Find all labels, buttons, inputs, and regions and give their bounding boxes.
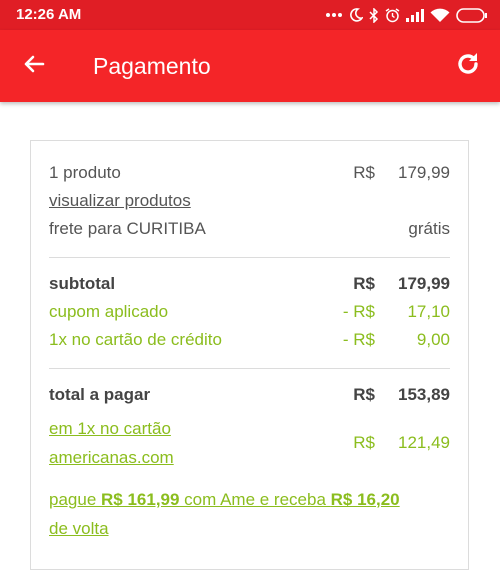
total-value: 153,89 bbox=[398, 385, 450, 404]
divider bbox=[49, 257, 450, 258]
refresh-icon bbox=[454, 50, 482, 83]
ame-text-part1: pague bbox=[49, 490, 101, 509]
moon-icon bbox=[349, 8, 363, 22]
total-row: total a pagar R$ 153,89 bbox=[49, 385, 450, 411]
shipping-row: frete para CURITIBA grátis bbox=[49, 219, 450, 245]
app-bar: Pagamento bbox=[0, 30, 500, 102]
status-time: 12:26 AM bbox=[16, 6, 82, 23]
view-products-link[interactable]: visualizar produtos bbox=[49, 191, 191, 211]
products-value: 179,99 bbox=[398, 163, 450, 182]
installment-row: em 1x no cartão americanas.com R$ 121,49 bbox=[49, 419, 450, 479]
products-row: 1 produto R$ 179,99 bbox=[49, 163, 450, 189]
card-discount-currency: - R$ bbox=[342, 330, 375, 349]
status-bar: 12:26 AM bbox=[0, 0, 500, 30]
shipping-value: grátis bbox=[408, 219, 450, 238]
installment-value: 121,49 bbox=[398, 433, 450, 452]
page-title: Pagamento bbox=[93, 53, 211, 79]
signal-icon bbox=[406, 8, 424, 22]
card-discount-value: 9,00 bbox=[416, 330, 450, 349]
coupon-value: 17,10 bbox=[407, 302, 450, 321]
total-currency: R$ bbox=[353, 385, 375, 404]
products-label: 1 produto bbox=[49, 163, 121, 182]
subtotal-currency: R$ bbox=[353, 274, 375, 293]
ame-text-part2: com Ame e receba bbox=[179, 490, 331, 509]
installment-label-line1[interactable]: em 1x no cartão bbox=[49, 419, 171, 439]
installment-label-line2[interactable]: americanas.com bbox=[49, 448, 174, 468]
products-currency: R$ bbox=[353, 163, 375, 182]
installment-currency: R$ bbox=[353, 433, 375, 452]
status-icons bbox=[325, 7, 488, 23]
ame-pay-amount: R$ 161,99 bbox=[101, 490, 180, 509]
ame-cashback-amount: R$ 16,20 bbox=[330, 490, 400, 509]
payment-summary-card: 1 produto R$ 179,99 visualizar produtos … bbox=[30, 140, 469, 570]
coupon-label: cupom aplicado bbox=[49, 302, 169, 321]
total-label: total a pagar bbox=[49, 385, 151, 404]
divider bbox=[49, 368, 450, 369]
alarm-icon bbox=[385, 7, 400, 23]
card-discount-row: 1x no cartão de crédito - R$ 9,00 bbox=[49, 330, 450, 356]
arrow-left-icon bbox=[22, 52, 46, 81]
battery-icon bbox=[456, 7, 488, 23]
wifi-icon bbox=[430, 8, 450, 23]
subtotal-label: subtotal bbox=[49, 274, 116, 293]
view-products-row: visualizar produtos bbox=[49, 191, 450, 217]
ame-text-part3: de volta bbox=[49, 519, 109, 538]
coupon-row: cupom aplicado - R$ 17,10 bbox=[49, 302, 450, 328]
refresh-button[interactable] bbox=[452, 50, 484, 82]
coupon-currency: - R$ bbox=[342, 302, 375, 321]
shipping-label: frete para CURITIBA bbox=[49, 219, 206, 238]
subtotal-row: subtotal R$ 179,99 bbox=[49, 274, 450, 300]
subtotal-value: 179,99 bbox=[398, 274, 450, 293]
more-dots-icon bbox=[325, 12, 343, 18]
card-discount-label: 1x no cartão de crédito bbox=[49, 330, 222, 349]
bluetooth-icon bbox=[369, 7, 379, 23]
ame-cashback-link[interactable]: pague R$ 161,99 com Ame e receba R$ 16,2… bbox=[49, 485, 450, 543]
back-button[interactable] bbox=[18, 50, 50, 82]
